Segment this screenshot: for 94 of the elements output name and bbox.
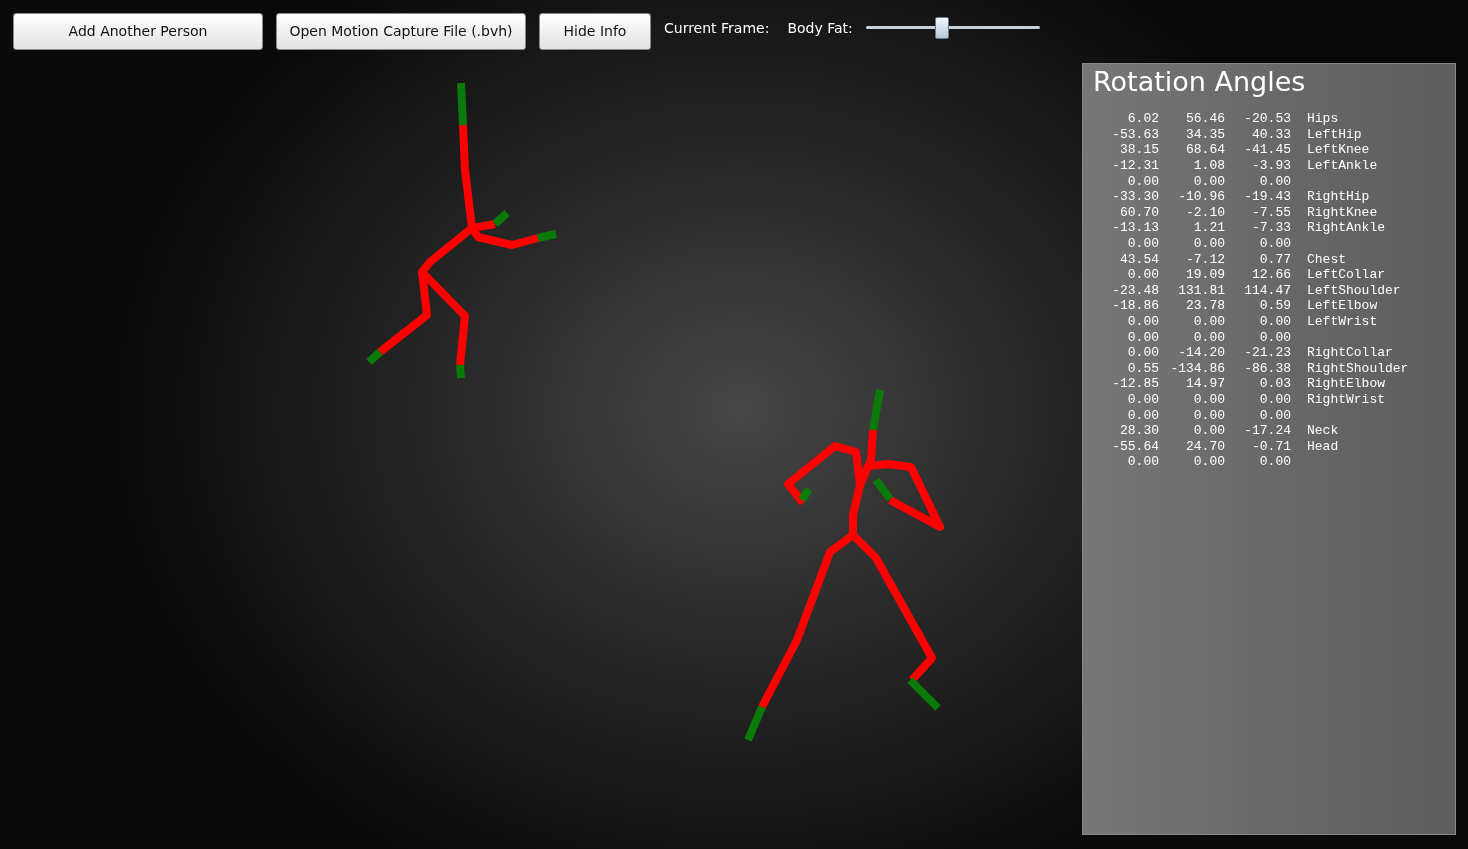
joint-name: LeftKnee bbox=[1307, 142, 1370, 158]
angle-value: -23.48 bbox=[1111, 282, 1159, 298]
angle-value: 34.35 bbox=[1185, 126, 1225, 142]
angle-value: -12.31 bbox=[1111, 158, 1159, 174]
angle-value: 0.00 bbox=[1126, 345, 1159, 361]
angle-value: 1.08 bbox=[1192, 158, 1225, 174]
joint-name: LeftWrist bbox=[1307, 314, 1378, 329]
joint-name: Head bbox=[1307, 438, 1339, 454]
angle-value: 0.00 bbox=[1258, 392, 1291, 407]
angle-value: -13.13 bbox=[1111, 220, 1159, 236]
angle-value: 0.00 bbox=[1126, 267, 1159, 283]
angle-value: 1.21 bbox=[1192, 220, 1225, 236]
current-frame-label: Current Frame: bbox=[664, 20, 770, 36]
angle-value: 40.33 bbox=[1251, 126, 1291, 142]
angle-value: -7.12 bbox=[1185, 251, 1225, 267]
angle-value: 0.00 bbox=[1192, 423, 1225, 439]
angle-value: 0.00 bbox=[1192, 173, 1225, 189]
angle-value: 0.00 bbox=[1258, 236, 1291, 252]
angle-value: 43.54 bbox=[1119, 251, 1159, 267]
angle-value: -2.10 bbox=[1185, 204, 1225, 220]
angle-value: 0.00 bbox=[1126, 329, 1159, 345]
angle-value: -55.64 bbox=[1111, 438, 1159, 454]
joint-name: Neck bbox=[1307, 423, 1339, 439]
angle-value: -10.96 bbox=[1177, 189, 1225, 205]
angle-value: 0.77 bbox=[1258, 251, 1291, 267]
angle-value: 0.00 bbox=[1258, 314, 1291, 329]
angle-value: 0.00 bbox=[1258, 173, 1291, 189]
angle-value: -33.30 bbox=[1111, 189, 1159, 205]
angle-value: 0.00 bbox=[1192, 329, 1225, 345]
joint-name: LeftElbow bbox=[1307, 298, 1378, 314]
angle-value: 0.00 bbox=[1258, 329, 1291, 345]
joint-name: RightHip bbox=[1307, 189, 1370, 205]
angle-value: 0.00 bbox=[1126, 173, 1159, 189]
angle-value: -19.43 bbox=[1243, 189, 1291, 205]
panel-title: Rotation Angles bbox=[1092, 65, 1307, 99]
toolbar-button[interactable]: Add Another Person bbox=[13, 12, 263, 50]
angle-value: 0.00 bbox=[1192, 314, 1225, 329]
slider-thumb[interactable] bbox=[935, 17, 950, 39]
angle-value: 0.55 bbox=[1126, 360, 1159, 376]
joint-name: LeftAnkle bbox=[1307, 158, 1378, 174]
angle-value: 24.70 bbox=[1185, 438, 1225, 454]
angle-value: 0.00 bbox=[1126, 407, 1159, 423]
joint-name: Chest bbox=[1307, 251, 1346, 267]
angle-value: 0.00 bbox=[1192, 407, 1225, 423]
angle-value: -20.53 bbox=[1243, 111, 1291, 127]
joint-name: RightWrist bbox=[1307, 392, 1385, 407]
angle-value: 0.59 bbox=[1258, 298, 1291, 314]
angle-value: 0.00 bbox=[1126, 392, 1159, 407]
angle-value: -3.93 bbox=[1251, 158, 1291, 174]
angle-value: 12.66 bbox=[1251, 267, 1291, 283]
joint-name: RightAnkle bbox=[1307, 220, 1385, 236]
joint-name: LeftHip bbox=[1307, 126, 1362, 142]
angle-value: -41.45 bbox=[1243, 142, 1291, 158]
joint-name: RightCollar bbox=[1307, 345, 1393, 361]
angle-value: -134.86 bbox=[1169, 360, 1225, 376]
angle-value: 38.15 bbox=[1119, 142, 1159, 158]
angle-value: 23.78 bbox=[1185, 298, 1225, 314]
angle-value: -7.55 bbox=[1251, 204, 1291, 220]
joint-name: LeftCollar bbox=[1307, 267, 1385, 283]
angle-value: 0.03 bbox=[1258, 376, 1291, 392]
angle-value: 0.00 bbox=[1258, 407, 1291, 423]
angle-value: 0.00 bbox=[1126, 314, 1159, 329]
angle-value: 0.00 bbox=[1258, 454, 1291, 470]
angle-value: 0.00 bbox=[1126, 454, 1159, 470]
joint-name: LeftShoulder bbox=[1307, 282, 1401, 298]
angle-value: -0.71 bbox=[1251, 438, 1291, 454]
angle-value: 0.00 bbox=[1192, 236, 1225, 252]
angle-value: 6.02 bbox=[1126, 111, 1159, 127]
joint-name: RightKnee bbox=[1307, 204, 1378, 220]
angle-value: 114.47 bbox=[1243, 282, 1291, 298]
angle-value: -7.33 bbox=[1251, 220, 1291, 236]
joint-name: Hips bbox=[1307, 111, 1339, 127]
angle-value: 68.64 bbox=[1185, 142, 1225, 158]
angle-value: -12.85 bbox=[1111, 376, 1159, 392]
angle-value: -53.63 bbox=[1111, 126, 1159, 142]
toolbar-button[interactable]: Hide Info bbox=[539, 12, 651, 50]
angle-value: -17.24 bbox=[1243, 423, 1291, 439]
angle-value: 0.00 bbox=[1192, 392, 1225, 407]
angle-value: -14.20 bbox=[1177, 345, 1225, 361]
angle-value: 0.00 bbox=[1192, 454, 1225, 470]
angle-value: 131.81 bbox=[1177, 282, 1225, 298]
angle-value: 28.30 bbox=[1119, 423, 1159, 439]
toolbar-button[interactable]: Open Motion Capture File (.bvh) bbox=[276, 12, 526, 50]
angle-value: 19.09 bbox=[1185, 267, 1225, 283]
angle-value: -21.23 bbox=[1243, 345, 1291, 361]
joint-name: RightShoulder bbox=[1307, 360, 1409, 376]
angle-value: 60.70 bbox=[1119, 204, 1159, 220]
angle-value: -18.86 bbox=[1111, 298, 1159, 314]
angle-value: 14.97 bbox=[1185, 376, 1225, 392]
angle-value: 56.46 bbox=[1185, 111, 1225, 127]
angle-value: 0.00 bbox=[1126, 236, 1159, 252]
body-fat-label: Body Fat: bbox=[787, 20, 853, 36]
joint-name: RightElbow bbox=[1307, 376, 1385, 392]
angle-value: -86.38 bbox=[1243, 360, 1291, 376]
